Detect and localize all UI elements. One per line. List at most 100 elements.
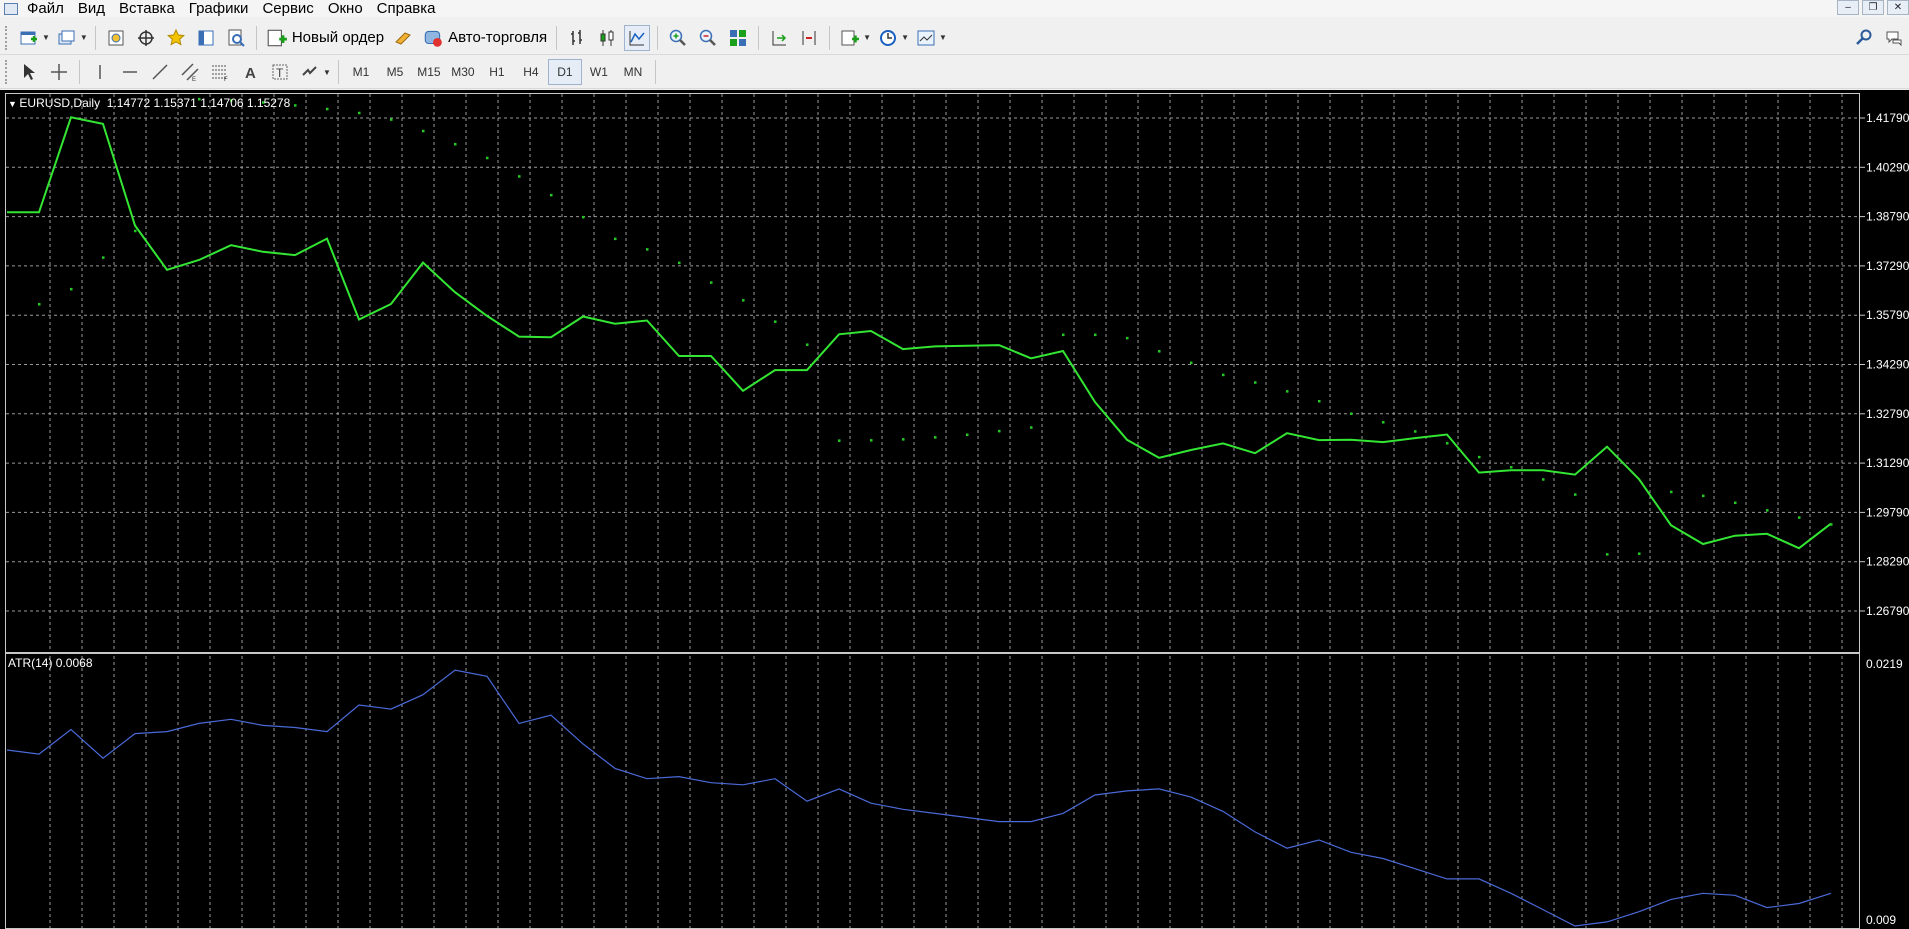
chart-window[interactable]: 1.41790 1.40290 1.38790 1.37290 1.35790 1.342…	[0, 90, 1909, 929]
timeframe-h1[interactable]: H1	[480, 59, 514, 85]
trendline-icon[interactable]	[147, 59, 173, 85]
svg-text:T: T	[276, 66, 284, 80]
timeframe-w1[interactable]: W1	[582, 59, 616, 85]
price-tick-label: 1.28290	[1866, 555, 1909, 569]
atr-header: ATR(14) 0.0068	[8, 656, 93, 670]
timeframe-m1[interactable]: M1	[344, 59, 378, 85]
price-tick-label: 1.35790	[1866, 308, 1909, 322]
collapse-triangle-icon[interactable]: ▼	[8, 99, 19, 109]
chevron-down-icon[interactable]: ▼	[80, 33, 88, 42]
toolbar-separator	[79, 60, 80, 84]
autotrade-label: Авто-торговля	[448, 29, 548, 46]
timeframe-m15[interactable]: M15	[412, 59, 446, 85]
standard-toolbar: ▼ ▼ Новый ордер Авто-торговля ▼ ▼ ▼	[0, 21, 1909, 55]
strategy-tester-icon[interactable]	[223, 25, 249, 51]
equidistant-channel-icon[interactable]: E	[177, 59, 203, 85]
menu-charts[interactable]: Графики	[186, 0, 260, 17]
toolbar-separator	[657, 25, 659, 50]
price-tick-label: 1.38790	[1866, 210, 1909, 224]
chat-icon[interactable]	[1881, 25, 1907, 51]
data-window-icon[interactable]	[193, 25, 219, 51]
svg-text:F: F	[224, 77, 228, 82]
timeframe-m30[interactable]: M30	[446, 59, 480, 85]
menu-insert[interactable]: Вставка	[116, 0, 186, 17]
price-tick-label: 1.32790	[1866, 407, 1909, 421]
chevron-down-icon[interactable]: ▼	[863, 33, 871, 42]
new-order-icon	[267, 29, 287, 46]
chevron-down-icon[interactable]: ▼	[901, 33, 909, 42]
toolbar-separator	[758, 25, 760, 50]
chevron-down-icon[interactable]: ▼	[939, 33, 947, 42]
toolbar-grip[interactable]	[5, 25, 10, 50]
metaeditor-icon[interactable]	[390, 25, 416, 51]
autotrade-button[interactable]: Авто-торговля	[418, 25, 551, 51]
templates-icon[interactable]	[913, 25, 939, 51]
horizontal-line-icon[interactable]	[117, 59, 143, 85]
new-order-label: Новый ордер	[291, 29, 385, 46]
navigator-icon[interactable]	[133, 25, 159, 51]
new-chart-icon[interactable]	[16, 25, 42, 51]
menu-window[interactable]: Окно	[325, 0, 374, 17]
fibonacci-icon[interactable]: F	[207, 59, 233, 85]
auto-scroll-icon[interactable]	[766, 25, 792, 51]
minimize-button[interactable]: –	[1837, 0, 1859, 15]
autotrade-icon	[424, 30, 442, 47]
price-axis: 1.41790 1.40290 1.38790 1.37290 1.35790 1.342…	[1860, 111, 1909, 618]
chart-border	[5, 93, 1860, 929]
periods-icon[interactable]	[875, 25, 901, 51]
toolbar-separator	[829, 25, 831, 50]
timeframe-m5[interactable]: M5	[378, 59, 412, 85]
price-tick-label: 1.37290	[1866, 259, 1909, 273]
menu-view[interactable]: Вид	[75, 0, 116, 17]
restore-button[interactable]: ❐	[1862, 0, 1884, 15]
new-order-button[interactable]: Новый ордер	[262, 25, 388, 51]
chevron-down-icon[interactable]: ▼	[323, 68, 331, 77]
profiles-icon[interactable]	[54, 25, 80, 51]
close-button[interactable]: ✕	[1887, 0, 1909, 15]
toolbar-separator	[94, 25, 96, 50]
text-label-icon[interactable]: T	[267, 59, 293, 85]
toolbar-separator	[556, 25, 558, 50]
atr-tick-label: 0.009	[1866, 913, 1896, 927]
zoom-out-icon[interactable]	[695, 25, 721, 51]
tile-windows-icon[interactable]	[725, 25, 751, 51]
toolbar-separator	[255, 25, 257, 50]
chart-shift-icon[interactable]	[796, 25, 822, 51]
window-controls: – ❐ ✕	[1834, 0, 1909, 17]
arrows-icon[interactable]	[297, 59, 323, 85]
text-icon[interactable]: A	[237, 59, 263, 85]
price-tick-label: 1.29790	[1866, 505, 1909, 519]
atr-tick-label: 0.0219	[1866, 657, 1903, 671]
timeframe-mn[interactable]: MN	[616, 59, 650, 85]
price-tick-label: 1.40290	[1866, 160, 1909, 174]
symbol-header[interactable]: ▼ EURUSD,Daily 1.14772 1.15371 1.14706 1…	[8, 96, 290, 110]
cursor-icon[interactable]	[16, 59, 42, 85]
menu-file[interactable]: Файл	[24, 0, 75, 17]
app-icon[interactable]	[4, 2, 18, 15]
price-tick-label: 1.34290	[1866, 358, 1909, 372]
menu-help[interactable]: Справка	[374, 0, 447, 17]
search-icon[interactable]	[1851, 25, 1877, 51]
vertical-line-icon[interactable]	[87, 59, 113, 85]
toolbar-separator	[654, 60, 656, 84]
svg-text:E: E	[192, 77, 196, 82]
favorites-icon[interactable]	[163, 25, 189, 51]
indicators-icon[interactable]	[837, 25, 863, 51]
symbol-ohlc: EURUSD,Daily 1.14772 1.15371 1.14706 1.1…	[19, 96, 291, 110]
crosshair-icon[interactable]	[46, 59, 72, 85]
price-tick-label: 1.41790	[1866, 111, 1909, 125]
candlestick-icon[interactable]	[594, 25, 620, 51]
market-watch-icon[interactable]	[103, 25, 129, 51]
chevron-down-icon[interactable]: ▼	[42, 33, 50, 42]
menu-tools[interactable]: Сервис	[259, 0, 324, 17]
zoom-in-icon[interactable]	[665, 25, 691, 51]
price-tick-label: 1.31290	[1866, 456, 1909, 470]
svg-text:A: A	[245, 65, 256, 82]
timeframe-h4[interactable]: H4	[514, 59, 548, 85]
atr-axis: 0.0219 0.009	[1866, 657, 1903, 927]
toolbar-grip[interactable]	[5, 60, 10, 84]
timeframe-d1[interactable]: D1	[547, 59, 582, 85]
line-chart-icon[interactable]	[624, 24, 651, 51]
bar-chart-icon[interactable]	[564, 25, 590, 51]
toolbar-separator	[337, 60, 339, 84]
